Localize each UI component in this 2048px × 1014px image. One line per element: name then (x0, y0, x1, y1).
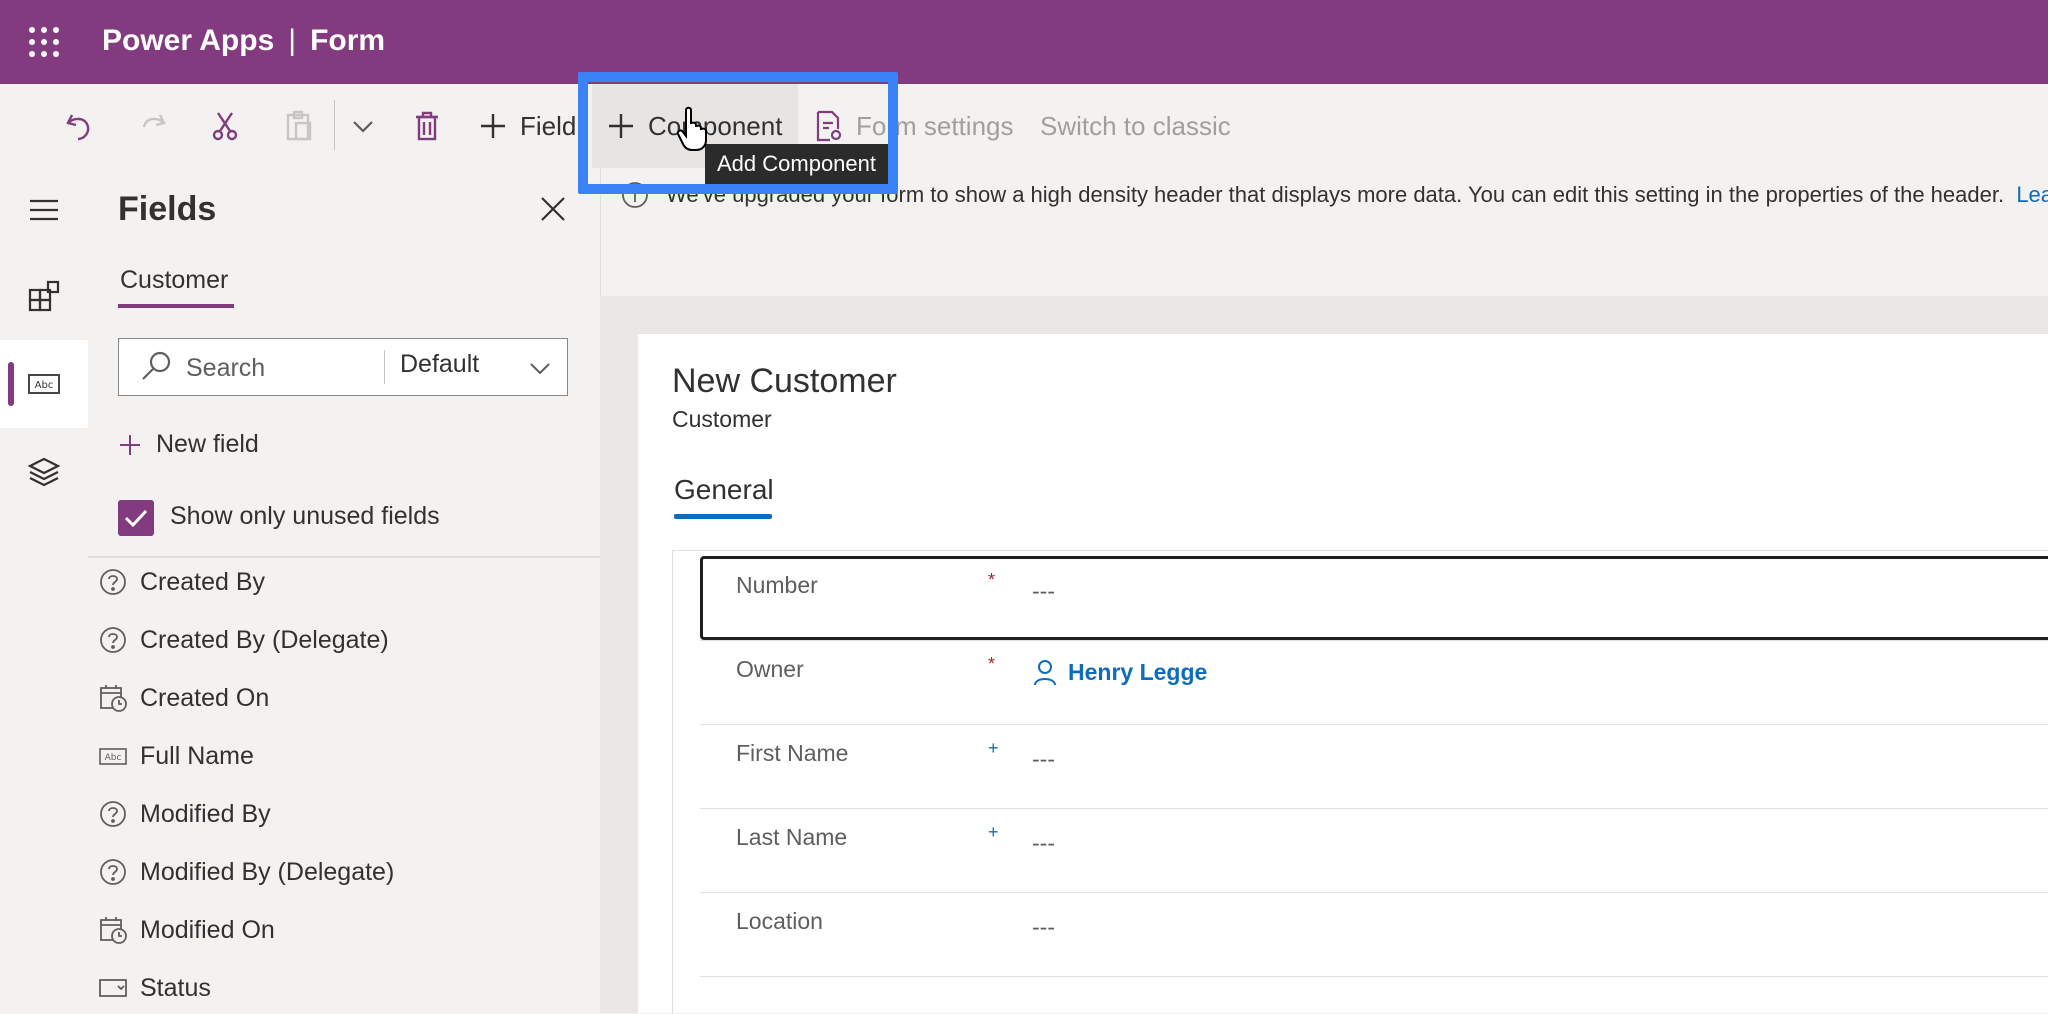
plus-icon (120, 434, 140, 455)
help-circle-icon (100, 627, 126, 653)
field-list-item-label: Modified By (Delegate) (140, 857, 395, 886)
selected-field-outline[interactable] (700, 556, 2048, 640)
new-field-label: New field (156, 430, 259, 458)
field-list-item-label: Status (140, 973, 211, 1002)
form-row-label: First Name (736, 740, 849, 766)
show-unused-label[interactable]: Show only unused fields (170, 502, 440, 531)
form-title: New Customer (672, 362, 897, 400)
cut-button[interactable] (208, 104, 242, 148)
tab-general[interactable]: General (674, 474, 774, 506)
app-name[interactable]: Power Apps (102, 24, 274, 57)
add-field-button[interactable]: Field (478, 104, 576, 148)
option-set-icon (99, 979, 127, 997)
field-label: Field (520, 110, 577, 141)
field-list-item-label: Modified On (140, 915, 275, 944)
search-input[interactable] (184, 344, 378, 392)
field-list-item[interactable]: Modified By (Delegate) (98, 852, 394, 892)
help-circle-icon (100, 859, 126, 885)
panel-divider (88, 556, 600, 558)
form-subtitle: Customer (672, 406, 772, 432)
form-row-value: --- (1032, 830, 1055, 856)
form-row-label: Location (736, 908, 823, 934)
more-dropdown-button[interactable] (348, 104, 378, 148)
help-circle-icon (100, 569, 126, 595)
rail-active-indicator (8, 362, 14, 406)
field-list-item[interactable]: Status (98, 968, 211, 1008)
form-row[interactable]: Last Name + --- (700, 808, 2048, 893)
help-circle-icon (100, 801, 126, 827)
field-list-item[interactable]: Modified On (98, 910, 275, 950)
form-row-label: Last Name (736, 824, 848, 850)
tab-customer[interactable]: Customer (120, 266, 228, 295)
form-row-value: --- (1032, 914, 1055, 940)
field-list-item-label: Created On (140, 683, 270, 712)
owner-name: Henry Legge (1068, 658, 1208, 685)
field-list-item[interactable]: Modified By (98, 794, 271, 834)
calendar-clock-icon (100, 917, 127, 944)
switch-classic-label: Switch to classic (1040, 110, 1231, 141)
tab-active-underline (674, 514, 772, 519)
fields-text-icon[interactable]: Abc (26, 366, 62, 402)
hamburger-menu-icon[interactable] (26, 192, 62, 228)
field-list-item[interactable]: Created On (98, 678, 269, 718)
fields-panel-title: Fields (118, 190, 217, 228)
redo-button[interactable] (136, 104, 170, 148)
app-title: Power Apps | Form (102, 24, 385, 58)
calendar-clock-icon (100, 685, 127, 712)
undo-button[interactable] (62, 104, 96, 148)
svg-text:Abc: Abc (35, 380, 54, 391)
show-unused-checkbox[interactable] (118, 500, 154, 536)
undo-icon (66, 114, 90, 141)
field-list-item[interactable]: Created By (Delegate) (98, 620, 389, 660)
chevron-down-icon[interactable] (526, 354, 554, 382)
field-list-item[interactable]: Abc Full Name (98, 736, 254, 776)
required-indicator: + (988, 738, 999, 758)
delete-icon (416, 111, 438, 141)
form-row[interactable]: Owner * Henry Legge (700, 640, 2048, 725)
filter-select[interactable]: Default (400, 350, 479, 379)
field-list-item-label: Full Name (140, 741, 254, 770)
title-separator: | (288, 24, 297, 57)
layers-icon[interactable] (26, 454, 62, 490)
required-indicator: + (988, 822, 999, 842)
paste-button[interactable] (282, 104, 316, 148)
search-divider (384, 350, 385, 384)
form-row-value: --- (1032, 746, 1055, 772)
field-list-item-label: Modified By (140, 799, 271, 828)
svg-text:Abc: Abc (105, 753, 122, 763)
waffle-icon[interactable] (26, 24, 62, 60)
plus-icon (481, 114, 505, 138)
toolbar-divider (334, 100, 335, 150)
cursor-hand-icon (676, 106, 710, 157)
cut-icon (212, 112, 238, 141)
form-row-label: Owner (736, 656, 804, 682)
paste-icon (286, 110, 312, 141)
learn-more-link[interactable]: Lea (2016, 182, 2048, 207)
search-icon (138, 348, 174, 384)
field-list-item[interactable]: Created By (98, 562, 265, 602)
text-field-icon: Abc (99, 748, 127, 765)
chevron-down-icon (353, 121, 373, 133)
required-indicator: * (988, 654, 996, 674)
new-field-button[interactable]: New field (118, 430, 259, 459)
switch-to-classic-button[interactable]: Switch to classic (1040, 104, 1231, 148)
owner-lookup-link[interactable]: Henry Legge (1032, 658, 1207, 686)
components-icon[interactable] (26, 278, 62, 314)
field-list-item-label: Created By (Delegate) (140, 625, 389, 654)
delete-button[interactable] (410, 104, 444, 148)
page-name: Form (310, 24, 386, 57)
field-list-item-label: Created By (140, 567, 266, 596)
redo-icon (142, 114, 166, 128)
tab-active-underline (118, 304, 234, 308)
person-icon (1034, 660, 1056, 686)
form-row[interactable]: Location --- (700, 892, 2048, 977)
checkmark-icon (124, 509, 148, 528)
close-icon[interactable] (538, 194, 568, 224)
form-row[interactable]: First Name + --- (700, 724, 2048, 809)
tooltip: Add Component (705, 144, 888, 184)
